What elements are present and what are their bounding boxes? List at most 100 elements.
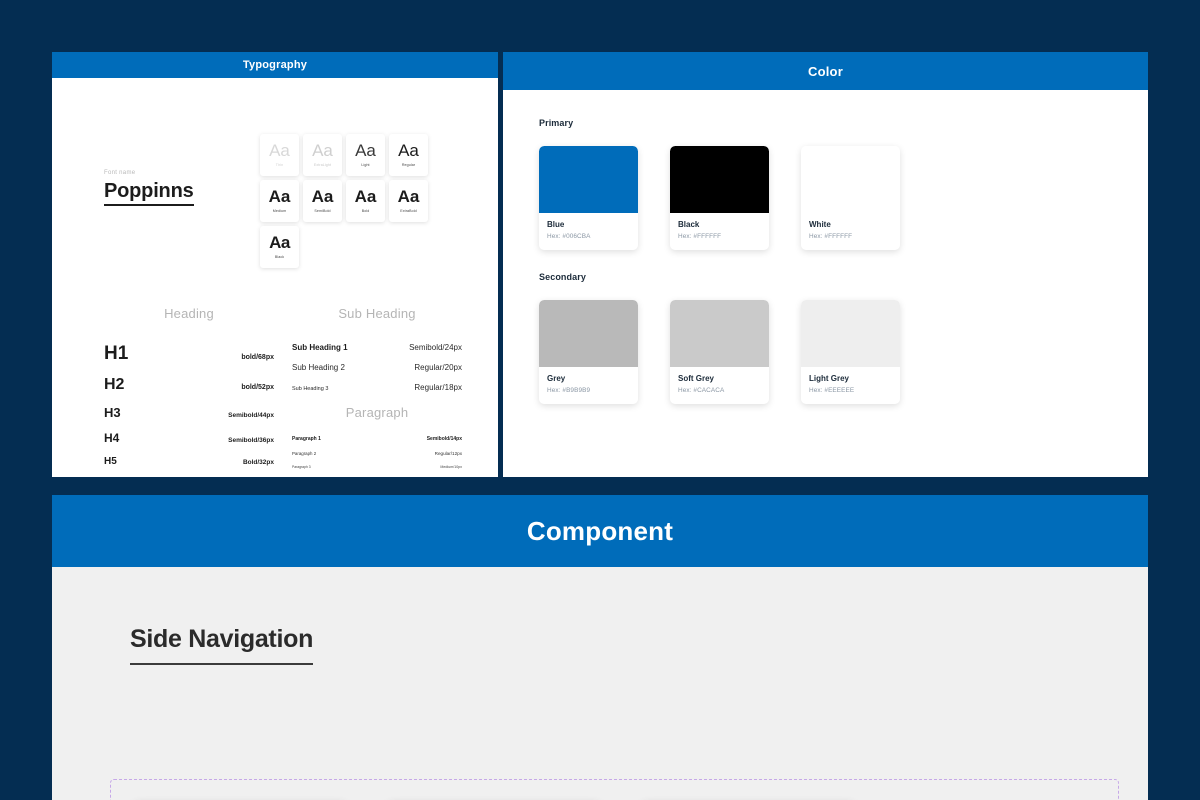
paragraph-spec: Semibold/14px <box>426 436 462 442</box>
color-swatch-hex: Hex: #FFFFFF <box>678 233 722 240</box>
font-weight-card: Aa Bold <box>346 180 385 222</box>
font-weight-card: Aa SemiBold <box>303 180 342 222</box>
color-swatch-card[interactable]: Blue Hex: #006CBA <box>539 146 638 250</box>
sub-heading-row: Sub Heading 2 Regular/20px <box>292 363 462 372</box>
color-group-divider <box>539 250 1112 272</box>
heading-spec: bold/68px <box>241 354 274 361</box>
font-weight-sample: Aa <box>398 140 419 160</box>
heading-spec: Semibold/44px <box>228 412 274 419</box>
component-panel-header: Component <box>52 495 1148 567</box>
typography-panel-body: Font name Poppinns Aa Thin Aa ExtraLight… <box>52 78 498 477</box>
heading-spec: Bold/32px <box>242 459 274 466</box>
paragraph-name: Paragraph 2 <box>292 451 317 456</box>
heading-spec: bold/52px <box>241 384 274 391</box>
font-weight-card: Aa Black <box>260 226 299 268</box>
color-chip <box>670 146 769 213</box>
font-weight-grid: Aa Thin Aa ExtraLight Aa Light Aa Regula… <box>260 134 440 268</box>
sub-heading-spec: Regular/20px <box>414 363 462 372</box>
font-weight-sample: Aa <box>311 186 334 206</box>
typography-panel: Typography Font name Poppinns Aa Thin Aa… <box>52 52 498 477</box>
side-navigation-card-list: Dashboard Dashboard <box>111 780 1118 800</box>
font-weight-sample: Aa <box>354 186 377 206</box>
font-weight-label: Black <box>274 254 285 259</box>
color-swatch-meta: Light Grey Hex: #EEEEEE <box>801 367 900 404</box>
heading-name: H4 <box>104 431 120 445</box>
side-navigation-section-title: Side Navigation <box>130 625 313 665</box>
color-panel-body: Primary Blue Hex: #006CBA Black Hex: #FF… <box>503 90 1148 404</box>
font-weight-card: Aa Thin <box>260 134 299 176</box>
font-weight-label: ExtraBold <box>400 208 417 213</box>
color-swatch-hex: Hex: #006CBA <box>547 233 591 240</box>
component-panel: Component Side Navigation Dashboard <box>52 495 1148 800</box>
heading-row: H5 Bold/32px <box>104 456 274 467</box>
typography-panel-header: Typography <box>52 52 498 78</box>
color-chip <box>539 146 638 213</box>
sub-heading-spec: Regular/18px <box>414 383 462 392</box>
color-swatch-card[interactable]: White Hex: #FFFFFF <box>801 146 900 250</box>
font-weight-card: Aa Regular <box>389 134 428 176</box>
font-weight-label: Light <box>361 162 370 167</box>
color-swatch-hex: Hex: #B9B9B9 <box>547 387 591 394</box>
color-chip <box>801 300 900 367</box>
paragraph-row: Paragraph 2 Regular/12px <box>292 451 462 456</box>
font-weight-label: SemiBold <box>314 208 331 213</box>
heading-spec: Semibold/36px <box>228 437 274 444</box>
color-swatch-name: White <box>809 220 831 229</box>
font-weight-label: ExtraLight <box>313 162 332 167</box>
primary-swatch-row: Blue Hex: #006CBA Black Hex: #FFFFFF Whi… <box>539 146 1112 250</box>
color-panel-header: Color <box>503 52 1148 90</box>
font-weight-sample: Aa <box>312 140 333 160</box>
heading-name: H2 <box>104 376 125 393</box>
style-guide-page: Typography Font name Poppinns Aa Thin Aa… <box>0 0 1200 800</box>
color-swatch-card[interactable]: Light Grey Hex: #EEEEEE <box>801 300 900 404</box>
font-weight-label: Thin <box>275 162 284 167</box>
font-weight-sample: Aa <box>269 140 290 160</box>
color-swatch-name: Grey <box>547 374 566 383</box>
sub-heading-spec: Semibold/24px <box>409 343 462 352</box>
font-weight-sample: Aa <box>269 232 290 252</box>
paragraph-name: Paragraph 3 <box>292 465 311 469</box>
font-weight-label: Medium <box>272 208 287 213</box>
color-swatch-meta: White Hex: #FFFFFF <box>801 213 900 250</box>
sub-heading-scale-column: Sub Heading Sub Heading 1 Semibold/24px … <box>292 306 462 403</box>
heading-name: H5 <box>104 456 117 467</box>
font-weight-card: Aa Light <box>346 134 385 176</box>
paragraph-spec: Regular/12px <box>434 451 462 456</box>
font-weight-label: Regular <box>401 162 416 167</box>
sub-heading-name: Sub Heading 3 <box>292 386 329 392</box>
paragraph-row: Paragraph 3 Medium/10px <box>292 465 462 469</box>
font-weight-sample: Aa <box>268 186 291 206</box>
font-weight-sample: Aa <box>355 140 376 160</box>
color-panel: Color Primary Blue Hex: #006CBA Black He… <box>503 52 1148 477</box>
paragraph-row: Paragraph 1 Semibold/14px <box>292 436 462 442</box>
secondary-swatch-row: Grey Hex: #B9B9B9 Soft Grey Hex: #CACACA… <box>539 300 1112 404</box>
color-swatch-name: Soft Grey <box>678 374 715 383</box>
secondary-group-title: Secondary <box>539 272 586 282</box>
paragraph-spec: Medium/10px <box>440 465 462 469</box>
component-panel-body: Side Navigation Dashboard <box>52 567 1148 800</box>
primary-group-title: Primary <box>539 118 574 128</box>
font-name-value: Poppinns <box>104 180 194 206</box>
color-swatch-card[interactable]: Grey Hex: #B9B9B9 <box>539 300 638 404</box>
heading-name: H1 <box>104 343 129 364</box>
heading-row: H2 bold/52px <box>104 376 274 394</box>
color-swatch-hex: Hex: #FFFFFF <box>809 233 853 240</box>
sub-heading-column-title: Sub Heading <box>338 306 416 321</box>
font-name-block: Font name Poppinns <box>104 170 264 206</box>
heading-row: H1 bold/68px <box>104 343 274 365</box>
sub-heading-name: Sub Heading 2 <box>292 363 345 372</box>
paragraph-column-title: Paragraph <box>345 405 409 420</box>
color-swatch-name: Light Grey <box>809 374 850 383</box>
color-chip <box>670 300 769 367</box>
color-swatch-meta: Black Hex: #FFFFFF <box>670 213 769 250</box>
color-swatch-meta: Blue Hex: #006CBA <box>539 213 638 250</box>
color-swatch-hex: Hex: #EEEEEE <box>809 387 855 394</box>
color-swatch-name: Black <box>678 220 700 229</box>
sub-heading-row: Sub Heading 1 Semibold/24px <box>292 343 462 352</box>
font-weight-label: Bold <box>361 208 370 213</box>
heading-scale-column: Heading H1 bold/68px H2 bold/52px H3 Sem… <box>104 306 274 478</box>
font-weight-sample: Aa <box>397 186 420 206</box>
color-swatch-card[interactable]: Black Hex: #FFFFFF <box>670 146 769 250</box>
paragraph-name: Paragraph 1 <box>292 436 321 442</box>
color-swatch-card[interactable]: Soft Grey Hex: #CACACA <box>670 300 769 404</box>
